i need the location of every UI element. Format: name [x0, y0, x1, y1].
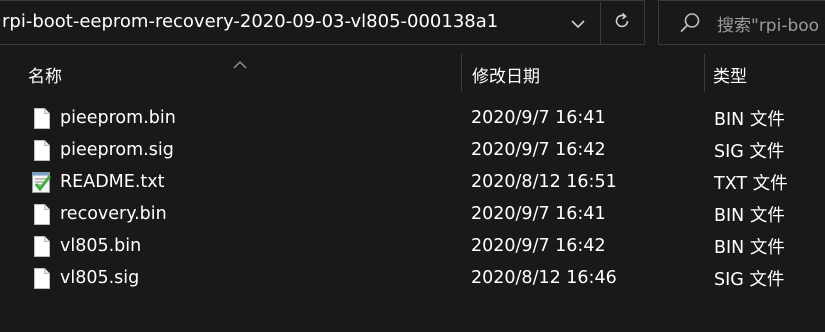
- file-row[interactable]: vl805.bin 2020/9/7 16:42 BIN 文件: [0, 230, 825, 262]
- file-date-modified: 2020/8/12 16:51: [471, 172, 617, 192]
- column-divider[interactable]: [461, 54, 462, 92]
- file-date-modified: 2020/8/12 16:46: [471, 268, 617, 288]
- file-icon: [31, 262, 53, 294]
- file-name: pieeprom.sig: [60, 140, 174, 160]
- file-type: SIG 文件: [714, 269, 785, 290]
- file-name: pieeprom.bin: [60, 108, 176, 128]
- file-type: SIG 文件: [714, 141, 785, 162]
- file-date-modified: 2020/9/7 16:41: [471, 108, 606, 128]
- file-name: vl805.bin: [60, 236, 142, 256]
- file-name: vl805.sig: [60, 268, 140, 288]
- file-row[interactable]: recovery.bin 2020/9/7 16:41 BIN 文件: [0, 198, 825, 230]
- file-row[interactable]: README.txt 2020/8/12 16:51 TXT 文件: [0, 166, 825, 198]
- address-path[interactable]: rpi-boot-eeprom-recovery-2020-09-03-vl80…: [2, 11, 498, 32]
- file-date-modified: 2020/9/7 16:42: [471, 236, 606, 256]
- file-row[interactable]: vl805.sig 2020/8/12 16:46 SIG 文件: [0, 262, 825, 294]
- file-icon: [31, 230, 53, 262]
- search-box[interactable]: [658, 0, 825, 45]
- text-document-icon: [31, 166, 53, 198]
- file-list: pieeprom.bin 2020/9/7 16:41 BIN 文件 pieep…: [0, 102, 825, 294]
- column-header-date-modified[interactable]: 修改日期: [472, 52, 702, 96]
- search-icon: [679, 12, 701, 38]
- toolbar: rpi-boot-eeprom-recovery-2020-09-03-vl80…: [0, 0, 825, 48]
- file-date-modified: 2020/9/7 16:42: [471, 140, 606, 160]
- column-divider[interactable]: [704, 54, 705, 92]
- file-icon: [31, 134, 53, 166]
- refresh-icon: [613, 12, 631, 34]
- column-header-row: 名称 修改日期 类型: [0, 52, 825, 96]
- search-input[interactable]: [717, 13, 825, 33]
- file-row[interactable]: pieeprom.bin 2020/9/7 16:41 BIN 文件: [0, 102, 825, 134]
- refresh-button[interactable]: [600, 2, 643, 44]
- file-name: README.txt: [60, 172, 165, 192]
- file-type: BIN 文件: [714, 205, 785, 226]
- file-type: TXT 文件: [714, 173, 788, 194]
- history-dropdown-button[interactable]: [557, 2, 599, 44]
- sort-ascending-icon: [233, 54, 247, 73]
- column-header-type[interactable]: 类型: [713, 52, 825, 96]
- file-row[interactable]: pieeprom.sig 2020/9/7 16:42 SIG 文件: [0, 134, 825, 166]
- chevron-down-icon: [571, 14, 585, 33]
- address-bar[interactable]: rpi-boot-eeprom-recovery-2020-09-03-vl80…: [0, 0, 645, 45]
- file-date-modified: 2020/9/7 16:41: [471, 204, 606, 224]
- file-type: BIN 文件: [714, 109, 785, 130]
- file-type: BIN 文件: [714, 237, 785, 258]
- file-name: recovery.bin: [60, 204, 167, 224]
- file-icon: [31, 198, 53, 230]
- file-icon: [31, 102, 53, 134]
